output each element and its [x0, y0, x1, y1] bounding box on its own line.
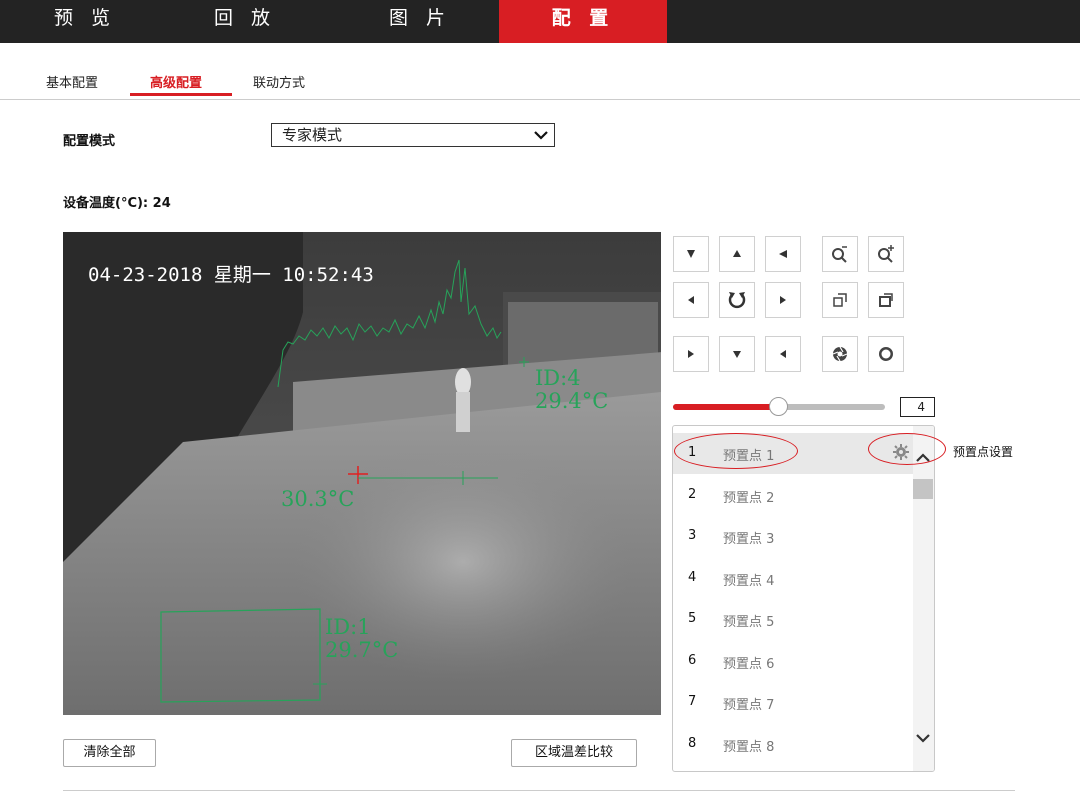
auto-rotate-icon: [728, 292, 746, 309]
preset-row[interactable]: 7 预置点 7: [673, 682, 913, 723]
measure-region-1: ID:1 29.7°C: [325, 616, 398, 662]
nav-tab-playback[interactable]: 回 放: [190, 0, 300, 43]
osd-timestamp: 04-23-2018 星期一 10:52:43: [88, 264, 374, 286]
measure-temp: 29.4°C: [535, 389, 609, 413]
measure-point-4: ID:4 29.4°C: [535, 367, 608, 413]
preset-number: 2: [688, 486, 697, 502]
zoom-in-button[interactable]: [868, 236, 904, 272]
preset-name: 预置点 3: [723, 532, 775, 547]
preset-name: 预置点 6: [723, 656, 775, 672]
config-mode-select[interactable]: 专家模式: [271, 123, 555, 147]
measure-line-hotspot: 30.3°C: [281, 488, 354, 511]
preset-number: 7: [688, 694, 697, 709]
iris-close-icon: [832, 346, 848, 362]
nav-tab-picture[interactable]: 图 片: [360, 0, 480, 43]
focus-near-icon: [833, 293, 847, 307]
preset-number: 8: [688, 735, 697, 751]
subtab-basic[interactable]: 基本配置: [46, 72, 98, 91]
active-subtab-indicator: [130, 93, 232, 96]
ptz-down-button[interactable]: [719, 336, 755, 372]
preset-name: 预置点 7: [723, 698, 775, 713]
preset-row[interactable]: 6 预置点 6: [673, 641, 913, 682]
arrow-up-left-icon: [687, 250, 695, 258]
measure-id: ID:4: [535, 366, 581, 390]
preset-name: 预置点 5: [723, 615, 775, 630]
measure-temp: 30.3°C: [281, 487, 355, 511]
thermal-video-view[interactable]: 04-23-2018 星期一 10:52:43 ID:4 29.4°C 30.3…: [63, 232, 661, 715]
zoom-in-icon: [878, 245, 894, 263]
arrow-up-right-icon: [779, 250, 787, 258]
ptz-speed-slider[interactable]: [673, 397, 885, 416]
config-mode-label: 配置模式: [63, 134, 116, 149]
ptz-speed-value[interactable]: 4: [900, 397, 935, 417]
preset-settings-label: 预置点设置: [953, 445, 1014, 459]
divider: [63, 790, 1015, 791]
preset-scroll-thumb[interactable]: [913, 479, 933, 499]
arrow-down-left-icon: [688, 350, 694, 358]
preset-scrollbar[interactable]: [913, 426, 934, 771]
iris-close-button[interactable]: [822, 336, 858, 372]
annotation-oval-gear: [868, 433, 946, 465]
subtab-advanced[interactable]: 高级配置: [150, 72, 202, 91]
measure-id: ID:1: [325, 615, 371, 639]
preset-name: 预置点 8: [723, 739, 775, 755]
chevron-down-icon[interactable]: [916, 733, 930, 743]
measure-temp: 29.7°C: [325, 638, 399, 662]
annotation-oval-preset: [674, 433, 798, 469]
slider-fill: [673, 404, 779, 410]
zoom-out-button[interactable]: [822, 236, 858, 272]
preset-number: 6: [688, 652, 697, 668]
preset-number: 5: [688, 611, 697, 626]
subtab-linkage[interactable]: 联动方式: [253, 72, 305, 91]
iris-open-icon: [879, 347, 893, 361]
arrow-right-icon: [780, 296, 786, 304]
preset-row[interactable]: 2 预置点 2: [673, 475, 913, 516]
ptz-down-right-button[interactable]: [765, 336, 801, 372]
preset-list[interactable]: 8 预置点 8 7 预置点 7 6 预置点 6 5 预置点 5 4 预置点 4 3 预置点 3 2 预置点…: [672, 425, 935, 772]
preset-number: 4: [688, 569, 697, 585]
preset-row[interactable]: 5 预置点 5: [673, 599, 913, 640]
iris-open-button[interactable]: [868, 336, 904, 372]
preset-number: 3: [688, 528, 697, 543]
ptz-down-left-button[interactable]: [673, 336, 709, 372]
clear-all-button[interactable]: 清除全部: [63, 739, 156, 767]
preset-row[interactable]: 3 预置点 3: [673, 516, 913, 557]
arrow-up-icon: [733, 250, 741, 257]
ptz-right-button[interactable]: [765, 282, 801, 318]
focus-near-button[interactable]: [822, 282, 858, 318]
focus-far-button[interactable]: [868, 282, 904, 318]
arrow-left-icon: [688, 296, 694, 304]
ptz-up-right-button[interactable]: [765, 236, 801, 272]
device-temperature: 设备温度(°C): 24: [63, 196, 171, 211]
config-mode-value: 专家模式: [282, 126, 343, 144]
arrow-down-icon: [733, 351, 741, 358]
preset-name: 预置点 4: [723, 573, 775, 589]
nav-tab-preview[interactable]: 预 览: [40, 0, 130, 43]
preset-row[interactable]: 4 预置点 4: [673, 558, 913, 599]
top-nav: 预 览 回 放 图 片 配 置: [0, 0, 1080, 43]
config-page: 预 览 回 放 图 片 配 置 基本配置 高级配置 联动方式 配置模式 专家模式…: [0, 0, 1080, 793]
slider-handle[interactable]: [769, 397, 788, 416]
ptz-left-button[interactable]: [673, 282, 709, 318]
ptz-auto-rotate-button[interactable]: [719, 282, 755, 318]
zoom-out-icon: [832, 246, 847, 263]
chevron-down-icon: [534, 131, 548, 140]
nav-tab-config[interactable]: 配 置: [499, 0, 667, 43]
focus-far-icon: [879, 293, 893, 307]
preset-row[interactable]: 8 预置点 8: [673, 724, 913, 765]
arrow-down-right-icon: [780, 350, 786, 358]
ptz-up-button[interactable]: [719, 236, 755, 272]
preset-name: 预置点 2: [723, 490, 775, 506]
region-compare-button[interactable]: 区域温差比较: [511, 739, 637, 767]
ptz-up-left-button[interactable]: [673, 236, 709, 272]
